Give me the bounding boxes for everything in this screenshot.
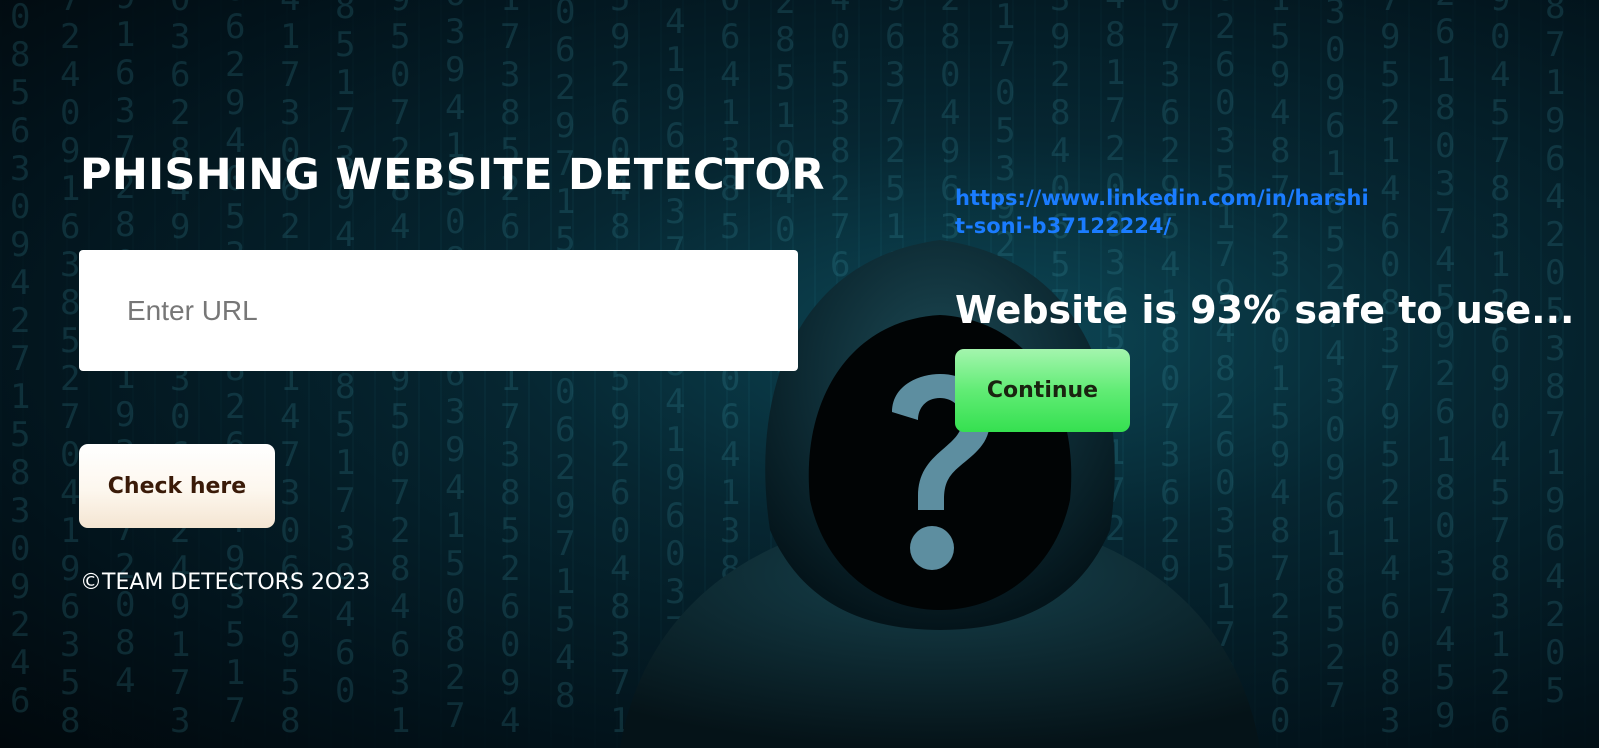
check-here-button[interactable]: Check here xyxy=(79,444,275,528)
copyright-text: ©TEAM DETECTORS 2O23 xyxy=(80,570,371,595)
continue-button[interactable]: Continue xyxy=(955,349,1130,432)
url-input[interactable] xyxy=(79,250,798,371)
safety-result-text: Website is 93% safe to use... xyxy=(955,288,1575,332)
page-title: PHISHING WEBSITE DETECTOR xyxy=(80,150,825,200)
linkedin-profile-link[interactable]: https://www.linkedin.com/in/harshit-soni… xyxy=(955,184,1375,240)
